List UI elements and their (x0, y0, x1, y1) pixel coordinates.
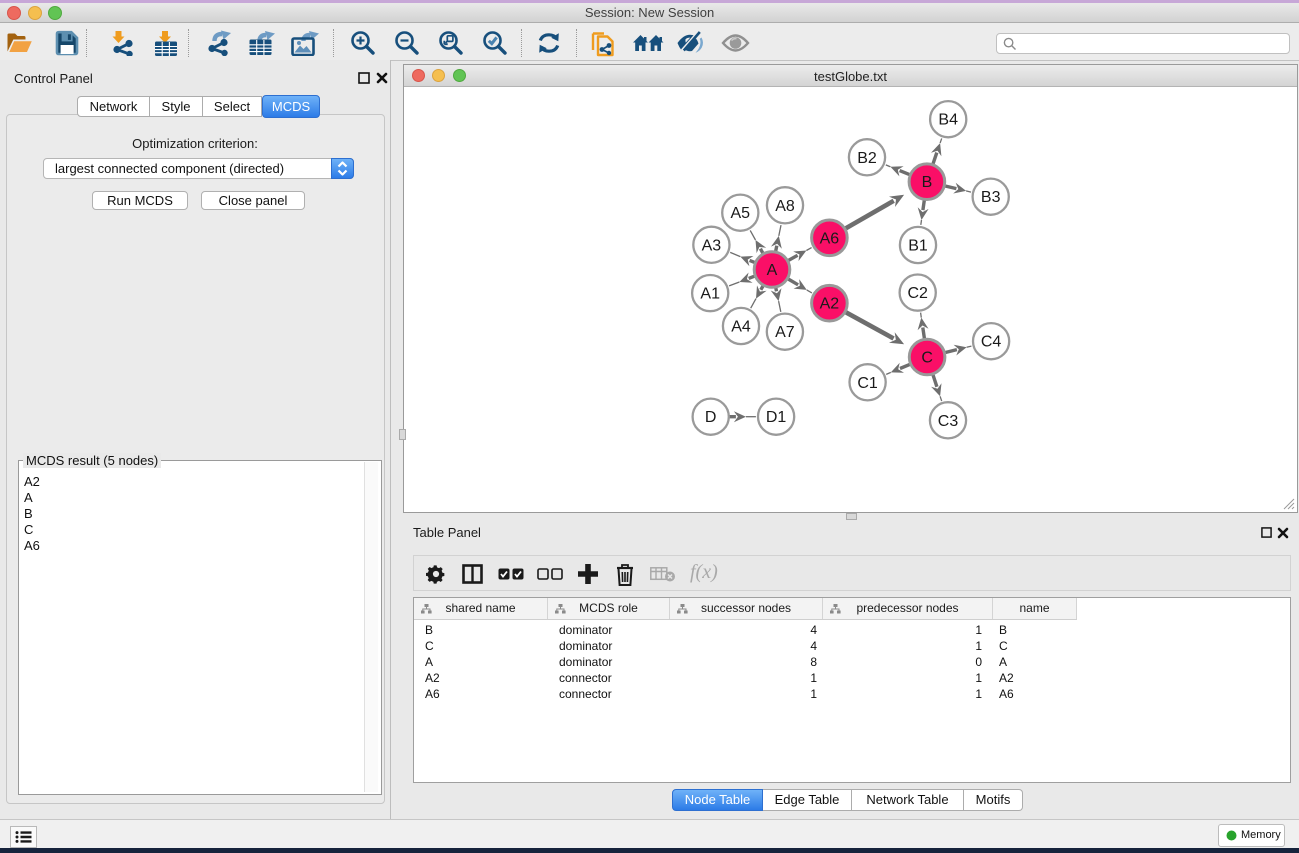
svg-text:A3: A3 (702, 237, 722, 254)
svg-text:C: C (921, 350, 933, 367)
svg-text:C1: C1 (857, 375, 878, 392)
svg-text:B4: B4 (938, 112, 958, 129)
svg-text:A5: A5 (731, 205, 751, 222)
svg-text:A: A (767, 262, 778, 279)
svg-text:D: D (705, 409, 717, 426)
svg-text:A8: A8 (775, 198, 795, 215)
svg-text:B3: B3 (981, 189, 1001, 206)
svg-text:C4: C4 (981, 334, 1002, 351)
svg-text:A4: A4 (731, 319, 751, 336)
svg-text:B2: B2 (857, 150, 877, 167)
svg-text:D1: D1 (766, 409, 787, 426)
svg-text:C3: C3 (938, 413, 959, 430)
svg-text:A1: A1 (700, 286, 720, 303)
svg-text:C2: C2 (907, 285, 928, 302)
svg-text:B: B (922, 174, 933, 191)
svg-text:A7: A7 (775, 324, 795, 341)
svg-text:A2: A2 (820, 296, 840, 313)
svg-text:A6: A6 (820, 230, 840, 247)
svg-text:B1: B1 (908, 238, 928, 255)
